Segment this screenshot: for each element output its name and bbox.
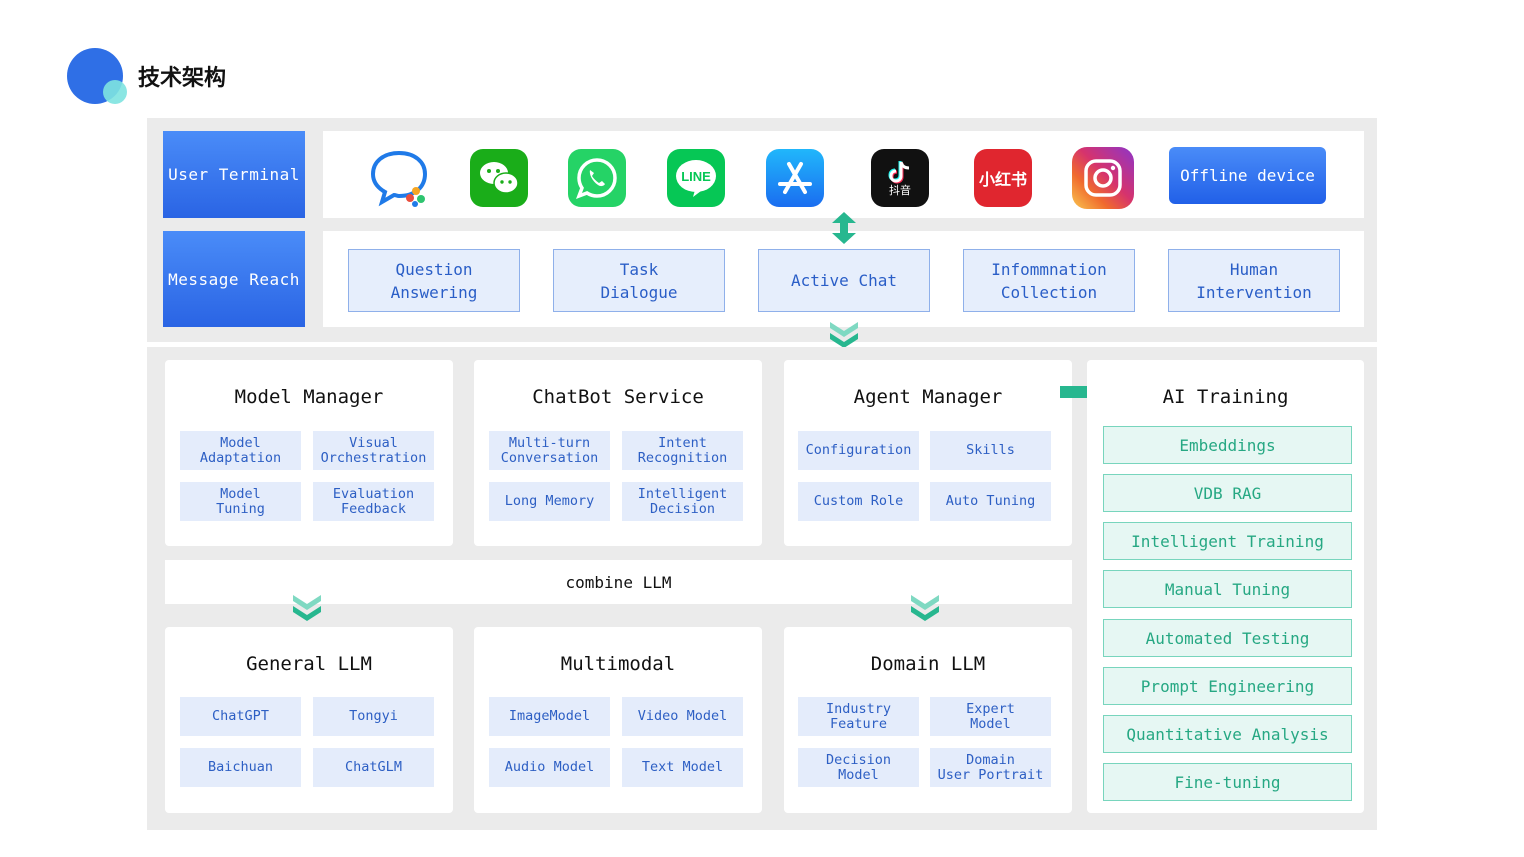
agent-manager-title: Agent Manager [853,386,1003,408]
app-store-icon[interactable] [766,149,824,207]
wechat-icon[interactable] [470,149,528,207]
chip-intelligent-decision[interactable]: Intelligent Decision [622,482,743,521]
xiaohongshu-icon[interactable]: 小红书 [974,149,1032,207]
chip-decision-model[interactable]: Decision Model [798,748,919,787]
chip-chatglm[interactable]: ChatGLM [313,748,434,787]
training-fine-tuning[interactable]: Fine-tuning [1103,763,1352,801]
training-embeddings[interactable]: Embeddings [1103,426,1352,464]
reach-information-collection[interactable]: Infommnation Collection [963,249,1135,312]
training-quantitative-analysis[interactable]: Quantitative Analysis [1103,715,1352,753]
chip-visual-orchestration[interactable]: Visual Orchestration [313,431,434,470]
chip-domain-user-portrait[interactable]: Domain User Portrait [930,748,1051,787]
general-llm-title: General LLM [246,653,372,675]
chip-text-model[interactable]: Text Model [622,748,743,787]
chip-skills[interactable]: Skills [930,431,1051,470]
chip-audio-model[interactable]: Audio Model [489,748,610,787]
chip-intent-recognition[interactable]: Intent Recognition [622,431,743,470]
chip-auto-tuning[interactable]: Auto Tuning [930,482,1051,521]
chip-custom-role[interactable]: Custom Role [798,482,919,521]
reach-active-chat[interactable]: Active Chat [758,249,930,312]
chip-video-model[interactable]: Video Model [622,697,743,736]
offline-device-button[interactable]: Offline device [1169,147,1326,204]
ai-training-title: AI Training [1162,386,1289,408]
line-icon[interactable]: LINE [667,149,725,207]
training-intelligent-training[interactable]: Intelligent Training [1103,522,1352,560]
training-prompt-engineering[interactable]: Prompt Engineering [1103,667,1352,705]
training-automated-testing[interactable]: Automated Testing [1103,619,1352,657]
douyin-label: 抖音 [889,184,911,197]
double-chevron-down-icon [828,320,860,350]
chip-expert-model[interactable]: Expert Model [930,697,1051,736]
reach-task-dialogue[interactable]: Task Dialogue [553,249,725,312]
chip-evaluation-feedback[interactable]: Evaluation Feedback [313,482,434,521]
message-reach-label: Message Reach [163,231,305,327]
instagram-icon[interactable] [1072,147,1134,209]
chip-baichuan[interactable]: Baichuan [180,748,301,787]
reach-question-answering[interactable]: Question Answering [348,249,520,312]
page-title: 技术架构 [138,66,227,91]
svg-text:LINE: LINE [681,169,711,184]
chip-image-model[interactable]: ImageModel [489,697,610,736]
whatsapp-icon[interactable] [568,149,626,207]
douyin-icon[interactable]: 抖音 [871,149,929,207]
header-logo-dot [103,80,127,104]
chip-long-memory[interactable]: Long Memory [489,482,610,521]
chip-multi-turn-conversation[interactable]: Multi-turn Conversation [489,431,610,470]
qq-chat-icon[interactable] [369,147,433,209]
chip-model-tuning[interactable]: Model Tuning [180,482,301,521]
user-terminal-label: User Terminal [163,131,305,218]
double-chevron-down-icon-left [291,593,323,623]
multimodal-title: Multimodal [560,653,676,675]
chip-chatgpt[interactable]: ChatGPT [180,697,301,736]
training-manual-tuning[interactable]: Manual Tuning [1103,570,1352,608]
xiaohongshu-label: 小红书 [978,170,1027,189]
up-down-arrow-icon [830,212,858,244]
chip-configuration[interactable]: Configuration [798,431,919,470]
chip-industry-feature[interactable]: Industry Feature [798,697,919,736]
double-chevron-down-icon-right [909,593,941,623]
chatbot-service-title: ChatBot Service [532,386,704,408]
chip-tongyi[interactable]: Tongyi [313,697,434,736]
training-vdb-rag[interactable]: VDB RAG [1103,474,1352,512]
reach-human-intervention[interactable]: Human Intervention [1168,249,1340,312]
domain-llm-title: Domain LLM [870,653,986,675]
model-manager-title: Model Manager [234,386,384,408]
chip-model-adaptation[interactable]: Model Adaptation [180,431,301,470]
